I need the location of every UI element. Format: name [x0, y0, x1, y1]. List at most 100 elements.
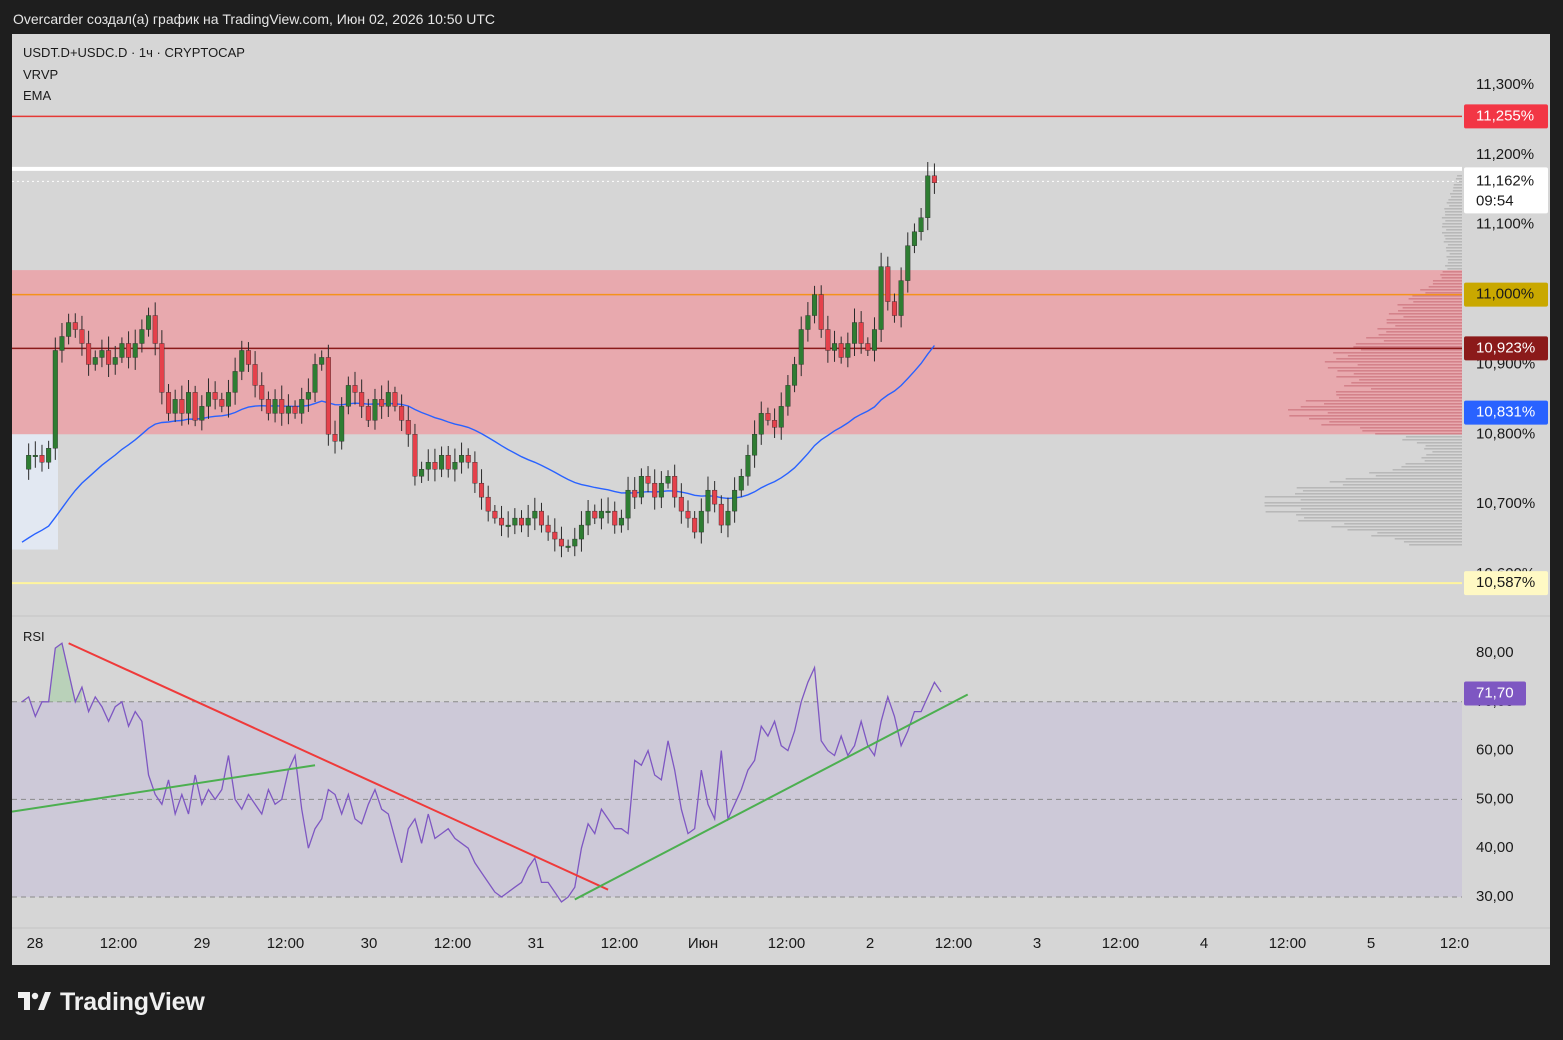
candle-body: [592, 510, 598, 519]
candle-body: [239, 350, 245, 372]
candle-body: [339, 406, 345, 442]
candle-body: [312, 364, 318, 393]
candle-body: [185, 392, 191, 414]
price-label-text: 11,162%: [1476, 172, 1534, 189]
candle: [911, 223, 917, 254]
candle: [665, 470, 671, 489]
candle: [552, 518, 558, 552]
candle-body: [678, 496, 684, 512]
ema-legend[interactable]: EMA: [23, 88, 51, 104]
candle-body: [838, 343, 844, 358]
candle-body: [39, 455, 45, 463]
candle-body: [99, 350, 105, 358]
candle-body: [618, 517, 624, 526]
candle-body: [545, 524, 551, 533]
candle-body: [132, 343, 138, 358]
candle: [652, 469, 658, 510]
price-label-text: 10,587%: [1476, 574, 1535, 591]
candle: [439, 446, 445, 478]
candle: [672, 464, 678, 508]
candle-body: [225, 392, 231, 407]
candle-body: [292, 406, 298, 414]
candle-body: [152, 315, 158, 344]
candle-body: [272, 399, 278, 414]
candle-body: [552, 531, 558, 540]
candle-body: [26, 455, 32, 470]
candle: [505, 511, 511, 538]
candle-body: [898, 280, 904, 316]
candle: [565, 539, 571, 552]
chart-panel[interactable]: 11,300%11,200%11,100%11,000%10,900%10,80…: [12, 34, 1550, 965]
time-tick-label: 12:00: [434, 935, 472, 952]
candle-body: [319, 357, 325, 365]
candle: [638, 468, 644, 505]
candle: [572, 527, 578, 557]
time-tick-label: 2: [866, 935, 874, 952]
candle: [445, 445, 451, 478]
candle-body: [685, 510, 691, 519]
candle-body: [512, 517, 518, 526]
rsi-tick-label: 60,00: [1476, 742, 1514, 759]
candle-body: [325, 357, 331, 435]
candle: [525, 504, 531, 537]
candle-body: [765, 413, 771, 421]
time-tick-label: 12:00: [100, 935, 138, 952]
candle-body: [718, 503, 724, 526]
candle: [519, 510, 525, 533]
candle-body: [931, 175, 937, 183]
vrvp-legend[interactable]: VRVP: [23, 67, 58, 83]
candle-body: [738, 476, 744, 491]
candle-body: [818, 294, 824, 330]
candle-body: [419, 469, 425, 477]
candle-body: [285, 406, 291, 414]
time-tick-label: 12:00: [1269, 935, 1307, 952]
candle-body: [172, 399, 178, 414]
candle: [472, 451, 478, 493]
candle: [485, 485, 491, 522]
candle-body: [379, 399, 385, 407]
candle-body: [858, 322, 864, 344]
chart-svg[interactable]: 11,300%11,200%11,100%11,000%10,900%10,80…: [12, 34, 1550, 965]
candle: [925, 162, 931, 231]
candle-body: [166, 392, 172, 414]
symbol-legend[interactable]: USDT.D+USDC.D · 1ч · CRYPTOCAP: [23, 45, 245, 61]
candle-body: [632, 489, 638, 498]
candle-body: [412, 434, 418, 477]
candle: [658, 471, 664, 509]
candle-body: [572, 538, 578, 547]
price-tick-label: 11,300%: [1476, 76, 1534, 93]
candle-body: [372, 399, 378, 421]
candle-body: [565, 545, 571, 548]
candle-body: [119, 343, 125, 358]
candle-body: [159, 343, 165, 393]
candle-body: [812, 294, 818, 316]
candle: [465, 448, 471, 469]
candle-body: [698, 510, 704, 533]
candle: [592, 504, 598, 525]
candle-body: [578, 524, 584, 540]
candle-body: [425, 462, 431, 470]
candle: [612, 501, 618, 534]
tradingview-logo-icon: [18, 992, 51, 1010]
candle-body: [805, 315, 811, 330]
candle: [632, 477, 638, 509]
candle-body: [452, 462, 458, 470]
candle-body: [832, 343, 838, 351]
candle-body: [798, 329, 804, 365]
candle-body: [79, 329, 85, 344]
time-tick-label: 28: [27, 935, 44, 952]
time-tick-label: 12:00: [1102, 935, 1140, 952]
candle-body: [245, 350, 251, 365]
candle-body: [86, 343, 92, 365]
candle-body: [925, 175, 931, 218]
candle-body: [46, 448, 52, 463]
candle-body: [405, 420, 411, 435]
candle-body: [385, 392, 391, 407]
candle-body: [918, 217, 924, 232]
rsi-legend[interactable]: RSI: [23, 629, 45, 645]
candle-body: [32, 455, 38, 457]
candle-body: [638, 476, 644, 498]
candle-body: [525, 517, 531, 526]
candle-body: [72, 322, 78, 330]
candle-body: [612, 510, 618, 526]
